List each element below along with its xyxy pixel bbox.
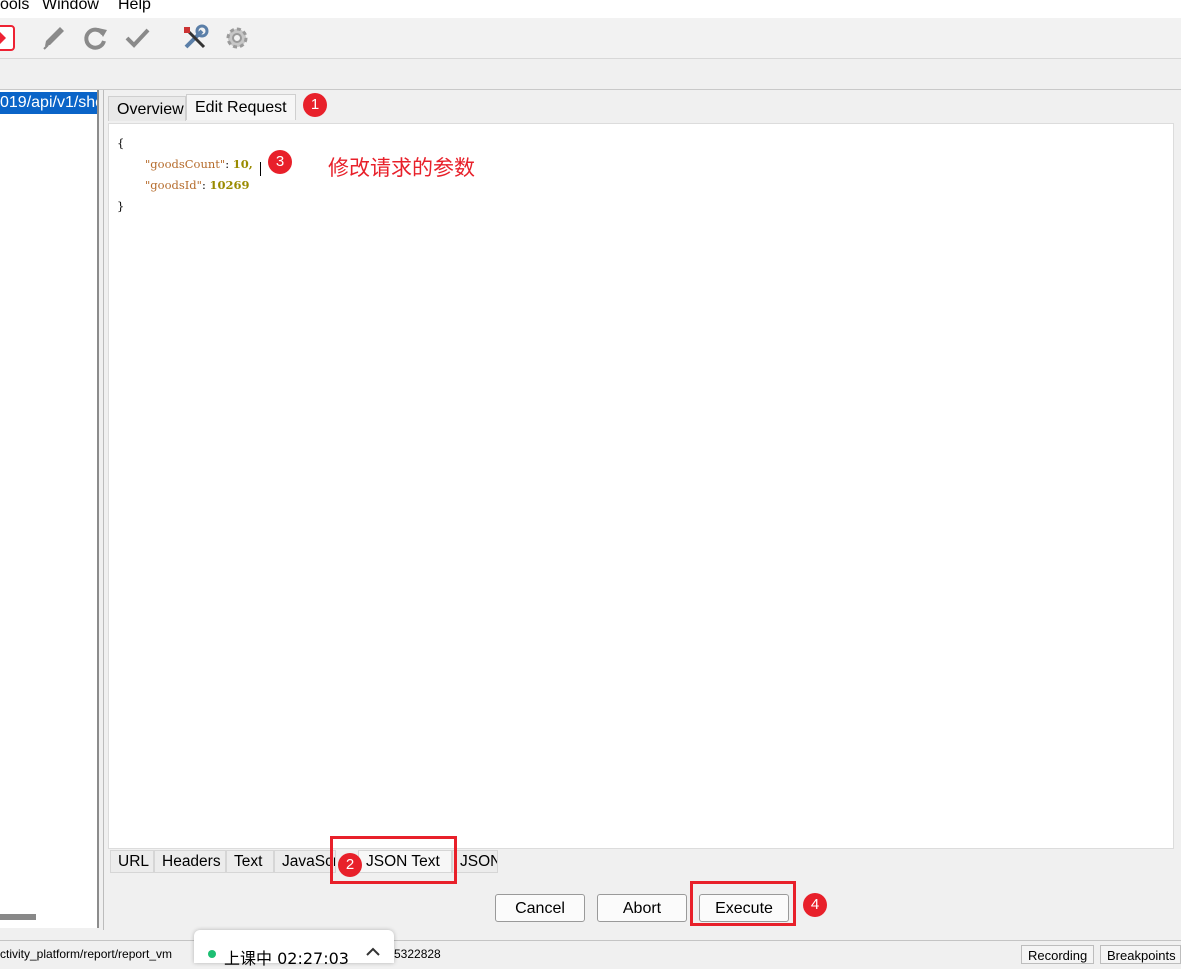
breakpoints-button[interactable]: Breakpoints — [1100, 945, 1181, 964]
tab-url[interactable]: URL — [110, 850, 154, 873]
tab-json[interactable]: JSON — [452, 850, 498, 873]
live-session-text: 上课中 02:27:03 — [224, 949, 349, 968]
tab-javascript[interactable]: JavaScri — [274, 850, 336, 873]
json-line-goods-count: "goodsCount": 10, — [145, 157, 253, 171]
live-session-pill[interactable]: 上课中 02:27:03 — [194, 930, 394, 968]
request-tree[interactable]: 019/api/v1/sho — [0, 90, 99, 928]
json-text-editor[interactable]: { "goodsCount": 10, "goodsId": 10269 } — [108, 123, 1174, 849]
annotation-badge-3: 3 — [268, 150, 292, 174]
menu-bar: ools Window Help — [0, 0, 1181, 18]
json-colon: : — [201, 178, 210, 192]
status-number: 5322828 — [394, 947, 441, 961]
live-status-dot-icon — [208, 950, 216, 958]
tab-overview[interactable]: Overview — [108, 96, 186, 121]
record-stop-icon[interactable] — [0, 23, 18, 53]
json-line-goods-id: "goodsId": 10269 — [145, 178, 250, 192]
status-bar: ctivity_platform/report/report_vm 532282… — [0, 940, 1181, 964]
json-key: "goodsId" — [145, 178, 202, 192]
json-value: 10269 — [209, 178, 250, 192]
request-editor-panel: Overview Edit Request { "goodsCount": 10… — [103, 90, 1181, 930]
menu-tools[interactable]: ools — [0, 0, 29, 14]
tab-text[interactable]: Text — [226, 850, 274, 873]
sub-toolbar — [0, 59, 1181, 90]
settings-gear-icon[interactable] — [222, 23, 252, 53]
annotation-badge-4: 4 — [803, 893, 827, 917]
json-open-brace: { — [117, 136, 125, 150]
annotation-badge-2: 2 — [338, 853, 362, 877]
annotation-badge-1: 1 — [303, 93, 327, 117]
json-close-brace: } — [117, 199, 125, 213]
chevron-up-icon[interactable] — [364, 944, 382, 958]
menu-help[interactable]: Help — [118, 0, 151, 14]
toolbar — [0, 18, 1181, 59]
cancel-button[interactable]: Cancel — [495, 894, 585, 922]
text-caret — [260, 162, 261, 176]
menu-window[interactable]: Window — [42, 0, 99, 14]
recording-button[interactable]: Recording — [1021, 945, 1095, 964]
tree-horizontal-scrollbar[interactable] — [0, 914, 36, 920]
abort-button[interactable]: Abort — [597, 894, 687, 922]
json-value: 10, — [232, 157, 253, 171]
pen-icon[interactable] — [38, 23, 68, 53]
json-key: "goodsCount" — [145, 157, 226, 171]
tab-edit-request[interactable]: Edit Request — [186, 94, 296, 120]
annotation-note: 修改请求的参数 — [328, 156, 475, 180]
check-icon[interactable] — [122, 23, 152, 53]
json-colon: : — [225, 157, 233, 171]
tab-headers[interactable]: Headers — [154, 850, 226, 873]
status-path: ctivity_platform/report/report_vm — [0, 947, 173, 961]
refresh-icon[interactable] — [80, 23, 110, 53]
tools-icon[interactable] — [180, 23, 210, 53]
annotation-box-execute — [690, 881, 796, 926]
tree-item-selected[interactable]: 019/api/v1/sho — [0, 92, 97, 114]
